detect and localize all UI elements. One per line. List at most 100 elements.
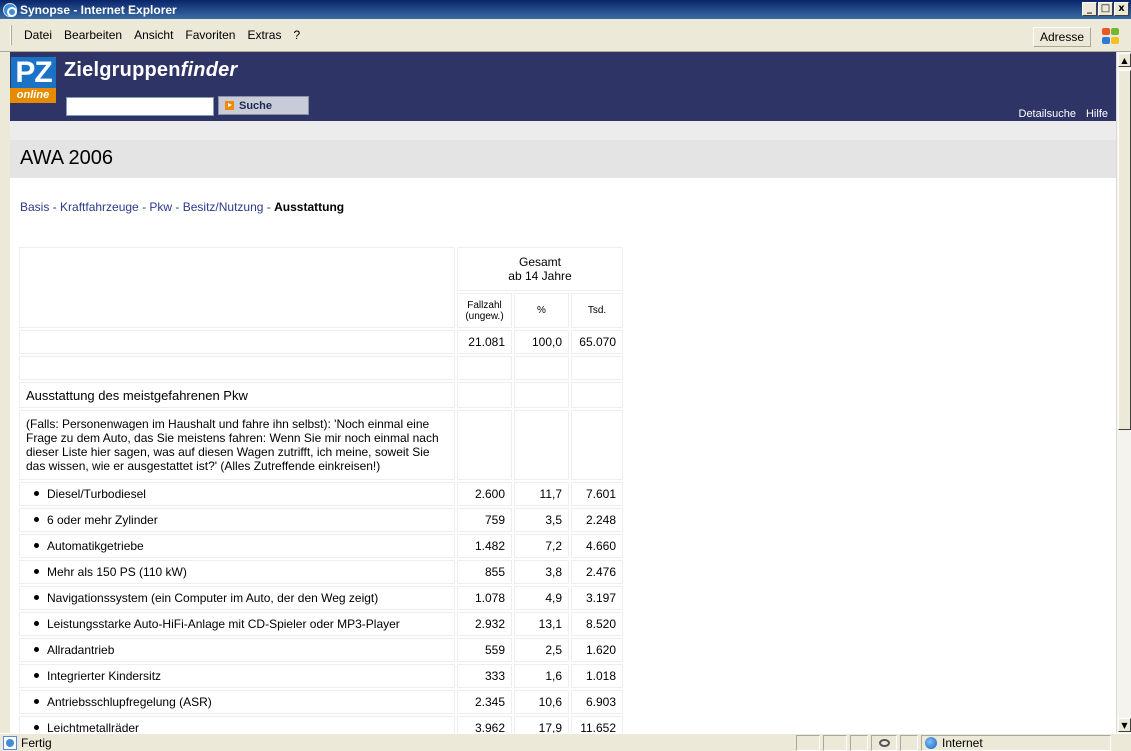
empty-cell xyxy=(457,382,512,408)
status-panel xyxy=(850,735,868,751)
row-fallzahl: 855 xyxy=(457,560,512,584)
bullet-icon xyxy=(34,595,39,601)
bullet-icon xyxy=(34,543,39,549)
table-corner-cell xyxy=(19,247,455,328)
row-fallzahl: 1.078 xyxy=(457,586,512,610)
empty-cell xyxy=(571,382,623,408)
row-percent: 3,8 xyxy=(514,560,569,584)
table-total-row: 21.081 100,0 65.070 xyxy=(19,330,623,354)
row-tsd: 7.601 xyxy=(571,482,623,506)
status-panel xyxy=(796,735,820,751)
title-band xyxy=(10,140,1116,178)
scroll-down-icon[interactable]: ▼ xyxy=(1118,718,1131,732)
menu-favoriten[interactable]: Favoriten xyxy=(179,28,241,42)
group-header: Gesamt ab 14 Jahre xyxy=(457,247,623,291)
row-tsd: 3.197 xyxy=(571,586,623,610)
row-tsd: 1.018 xyxy=(571,664,623,688)
site-title-main: Zielgruppen xyxy=(64,59,181,81)
table-header-row: Gesamt ab 14 Jahre xyxy=(19,247,623,328)
col-fallzahl-line2: (ungew.) xyxy=(465,310,504,322)
row-label: 6 oder mehr Zylinder xyxy=(19,508,455,532)
search-button[interactable]: Suche xyxy=(218,96,309,115)
row-label: Automatikgetriebe xyxy=(19,534,455,558)
total-label-cell xyxy=(19,330,455,354)
scroll-up-icon[interactable]: ▲ xyxy=(1118,53,1131,67)
link-detailsuche[interactable]: Detailsuche xyxy=(1019,108,1076,120)
security-zone: Internet xyxy=(925,735,983,751)
link-hilfe[interactable]: Hilfe xyxy=(1086,108,1108,120)
menu-extras[interactable]: Extras xyxy=(241,28,287,42)
eye-icon xyxy=(878,739,890,747)
row-label: Leistungsstarke Auto-HiFi-Anlage mit CD-… xyxy=(19,612,455,636)
row-percent: 4,9 xyxy=(514,586,569,610)
pz-online-logo[interactable]: PZ online xyxy=(10,57,56,105)
breadcrumb-pkw[interactable]: Pkw xyxy=(149,200,172,214)
row-tsd: 11.652 xyxy=(571,716,623,733)
results-table: Gesamt ab 14 Jahre Fallzahl (ungew.) % T… xyxy=(17,245,625,733)
bullet-icon xyxy=(34,725,39,731)
col-fallzahl-line1: Fallzahl xyxy=(467,299,502,311)
ie-logo-icon xyxy=(3,2,17,17)
bullet-icon xyxy=(34,569,39,575)
empty-cell xyxy=(514,382,569,408)
table-row: Antriebsschlupfregelung (ASR) 2.345 10,6 6.… xyxy=(19,690,623,714)
row-tsd: 4.660 xyxy=(571,534,623,558)
page-title: AWA 2006 xyxy=(20,147,114,169)
row-percent: 17,9 xyxy=(514,716,569,733)
bullet-icon xyxy=(34,647,39,653)
total-fallzahl: 21.081 xyxy=(457,330,512,354)
table-empty-row xyxy=(19,356,623,380)
address-bar-label[interactable]: Adresse xyxy=(1032,27,1091,47)
breadcrumb-besitz-nutzung[interactable]: Besitz/Nutzung xyxy=(183,200,264,214)
title-bar: Synopse - Internet Explorer _ □ x xyxy=(0,0,1131,19)
menu-ansicht[interactable]: Ansicht xyxy=(128,28,179,42)
row-label-text: Integrierter Kindersitz xyxy=(47,669,162,683)
page-done-icon xyxy=(3,735,17,750)
window-title: Synopse - Internet Explorer xyxy=(20,2,177,17)
table-row: Automatikgetriebe 1.482 7,2 4.660 xyxy=(19,534,623,558)
status-text: Fertig xyxy=(21,735,52,750)
row-label-text: Leichtmetallräder xyxy=(47,721,140,733)
table-row: Navigationssystem (ein Computer im Auto,… xyxy=(19,586,623,610)
empty-cell xyxy=(514,410,569,480)
col-tsd-header: Tsd. xyxy=(571,293,623,328)
table-row: Integrierter Kindersitz 333 1,6 1.018 xyxy=(19,664,623,688)
minimize-button[interactable]: _ xyxy=(1082,2,1097,16)
row-tsd: 6.903 xyxy=(571,690,623,714)
bullet-icon xyxy=(34,517,39,523)
menu-help[interactable]: ? xyxy=(287,28,306,42)
breadcrumb-kraftfahrzeuge[interactable]: Kraftfahrzeuge xyxy=(60,200,139,214)
col-fallzahl-header: Fallzahl (ungew.) xyxy=(457,293,512,328)
maximize-button[interactable]: □ xyxy=(1098,2,1113,16)
table-section-row: Ausstattung des meistgefahrenen Pkw xyxy=(19,382,623,408)
row-fallzahl: 333 xyxy=(457,664,512,688)
row-label: Diesel/Turbodiesel xyxy=(19,482,455,506)
scroll-thumb[interactable] xyxy=(1118,70,1131,430)
browser-window: Synopse - Internet Explorer _ □ x Datei … xyxy=(0,0,1131,751)
privacy-icon[interactable] xyxy=(871,735,897,751)
menu-datei[interactable]: Datei xyxy=(18,28,58,42)
row-label: Mehr als 150 PS (110 kW) xyxy=(19,560,455,584)
arrow-right-icon xyxy=(225,101,234,110)
vertical-scrollbar[interactable]: ▲ ▼ xyxy=(1116,52,1131,733)
empty-cell xyxy=(457,410,512,480)
header-links: Detailsuche Hilfe xyxy=(1019,108,1109,120)
group-header-line1: Gesamt xyxy=(518,255,561,269)
col-percent-header: % xyxy=(514,293,569,328)
site-title: Zielgruppenfinder xyxy=(64,59,237,82)
row-label: Leichtmetallräder xyxy=(19,716,455,733)
row-label: Integrierter Kindersitz xyxy=(19,664,455,688)
breadcrumb-basis[interactable]: Basis xyxy=(20,200,49,214)
row-percent: 1,6 xyxy=(514,664,569,688)
windows-logo-icon xyxy=(1101,27,1121,45)
search-input[interactable] xyxy=(66,97,214,116)
menu-bearbeiten[interactable]: Bearbeiten xyxy=(58,28,128,42)
toolbar-grip[interactable] xyxy=(10,25,12,45)
total-tsd: 65.070 xyxy=(571,330,623,354)
empty-cell xyxy=(19,356,455,380)
bullet-icon xyxy=(34,699,39,705)
bullet-icon xyxy=(34,491,39,497)
close-button[interactable]: x xyxy=(1114,2,1129,16)
row-label: Antriebsschlupfregelung (ASR) xyxy=(19,690,455,714)
row-label: Navigationssystem (ein Computer im Auto,… xyxy=(19,586,455,610)
